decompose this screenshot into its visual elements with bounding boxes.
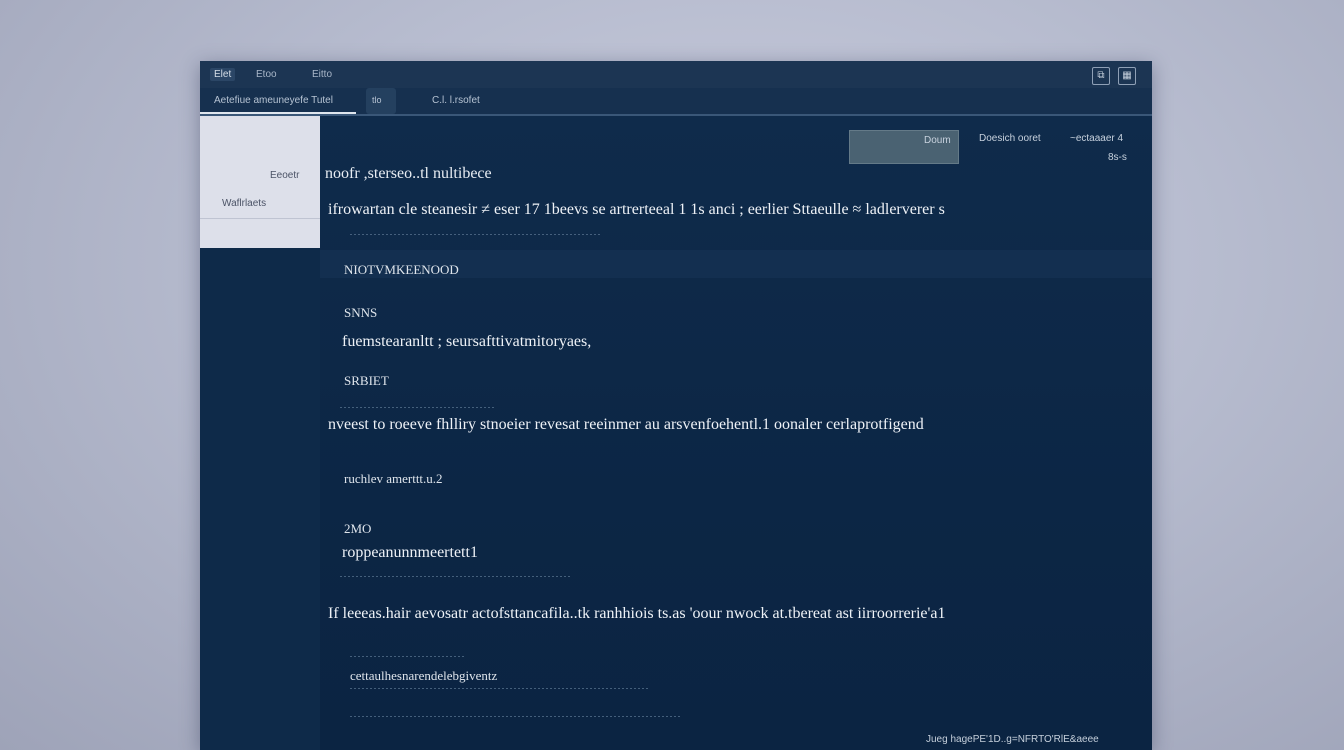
meta-line-2: 8s-s xyxy=(1108,152,1127,163)
status-text: Jueg hagePE'1D..g=NFRTO'RlE&aeee xyxy=(926,734,1099,745)
tab-secondary[interactable]: tlo xyxy=(366,88,396,114)
document-title: C.l. l.rsofet xyxy=(432,95,480,106)
section-3-text: nveest to roeeve fhlliry stnoeier revesa… xyxy=(328,416,924,433)
menu-item-1[interactable]: Elet xyxy=(210,68,236,81)
divider xyxy=(340,576,570,577)
divider xyxy=(350,234,600,235)
tab-secondary-label: tlo xyxy=(372,95,382,105)
tab-active-label: Aetefiue ameuneyefe Tutel xyxy=(214,95,333,106)
menu-item-3[interactable]: Eitto xyxy=(308,68,336,81)
menu-item-2[interactable]: Etoo xyxy=(252,68,281,81)
section-1-label: NIOTVMKEENOOD xyxy=(344,262,459,277)
down-button-label: Doum xyxy=(924,135,951,146)
divider xyxy=(350,688,650,689)
menu-bar: Elet Etoo Eitto ⧉ ▦ xyxy=(200,61,1152,89)
section-7-value: cettaulhesnarendelebgiventz xyxy=(350,668,498,683)
page-heading: noofr ,sterseo..tl nultibece xyxy=(325,165,492,182)
section-5-label: 2MO xyxy=(344,521,372,536)
divider xyxy=(350,656,465,657)
tab-bar: Aetefiue ameuneyefe Tutel tlo C.l. l.rso… xyxy=(200,88,1152,116)
details-link[interactable]: Doesich ooret xyxy=(979,133,1041,144)
restore-icon[interactable]: ⧉ xyxy=(1092,67,1110,85)
meta-line-1: ~ectaaaer 4 xyxy=(1070,133,1124,144)
sidebar-item-2[interactable]: Waflrlaets xyxy=(222,198,266,209)
divider xyxy=(340,407,495,408)
section-3-label: SRBIET xyxy=(344,373,389,388)
tab-active[interactable]: Aetefiue ameuneyefe Tutel xyxy=(200,88,356,114)
section-2-label: SNNS xyxy=(344,305,378,320)
divider xyxy=(350,716,680,717)
section-6-text: If leeeas.hair aevosatr actofsttancafila… xyxy=(328,605,946,622)
grid-icon[interactable]: ▦ xyxy=(1118,67,1136,85)
sidebar-divider xyxy=(200,218,320,219)
section-2-value: fuemstearanltt ; seursafttivatmitoryaes, xyxy=(342,333,592,350)
sidebar-item-1[interactable]: Eeoetr xyxy=(270,170,299,181)
section-5-value: roppeanunnmeertett1 xyxy=(342,544,478,561)
main-content: Doum Doesich ooret ~ectaaaer 4 8s-s noof… xyxy=(320,116,1152,750)
section-4-value: ruchlev amerttt.u.2 xyxy=(344,471,443,486)
down-button[interactable]: Doum xyxy=(849,130,959,164)
intro-text: ifrowartan cle steanesir ≠ eser 17 1beev… xyxy=(328,201,945,218)
side-panel: Eeoetr Waflrlaets xyxy=(200,116,321,248)
